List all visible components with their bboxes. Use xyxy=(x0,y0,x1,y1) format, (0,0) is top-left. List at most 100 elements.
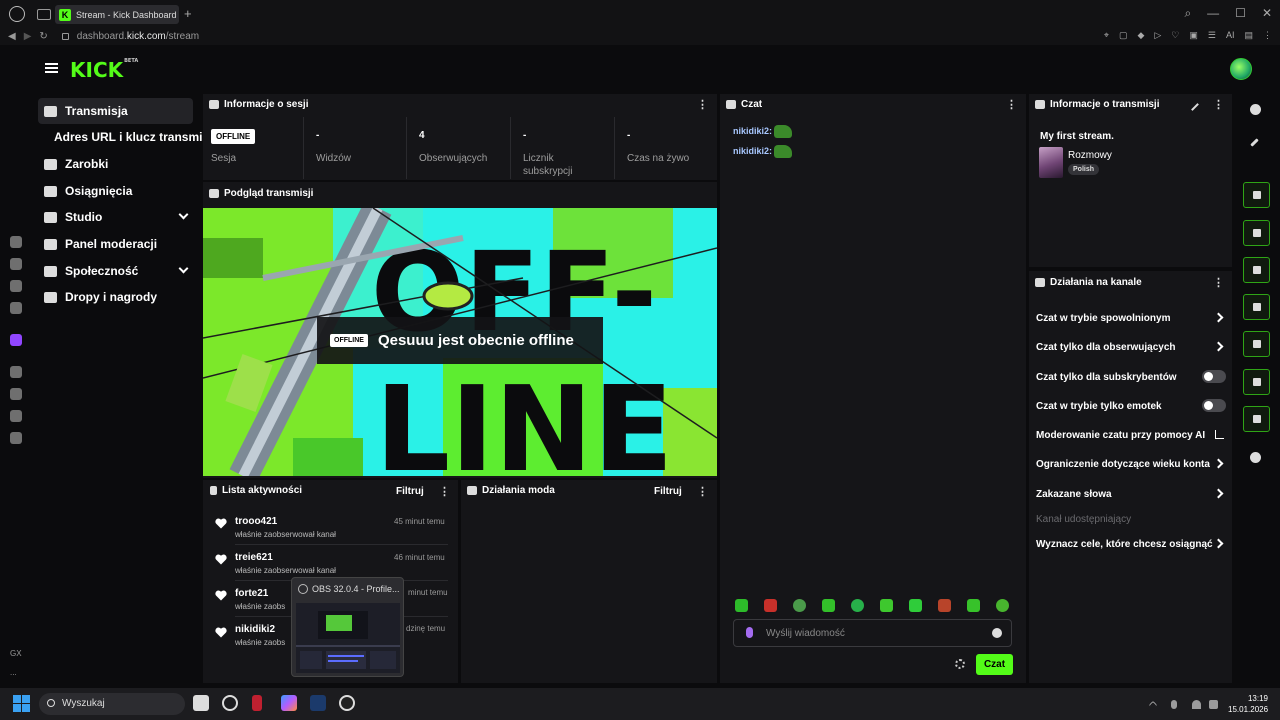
edit-icon[interactable] xyxy=(1250,138,1259,147)
chat-message-user[interactable]: nikidiki2: xyxy=(733,126,772,136)
obs-taskbar-preview[interactable]: OBS 32.0.4 - Profile... xyxy=(291,577,404,677)
windows-start-icon[interactable] xyxy=(13,695,30,712)
microphone-icon[interactable] xyxy=(746,627,753,638)
rail-chat-button[interactable] xyxy=(1243,294,1270,320)
browser-tab[interactable]: K Stream - Kick Dashboard xyxy=(55,5,179,24)
close-icon[interactable]: ✕ xyxy=(1262,6,1272,21)
sidebar-item-studio[interactable]: Studio xyxy=(38,204,193,230)
volume-icon[interactable] xyxy=(1209,700,1218,709)
rail-app-icon-3[interactable] xyxy=(10,280,22,292)
sidebar-item-transmisja[interactable]: Transmisja xyxy=(38,98,193,124)
stream-info-menu-icon[interactable]: ⋮ xyxy=(1213,100,1224,111)
rail-app-icon-7[interactable] xyxy=(10,410,22,422)
activity-user[interactable]: forte21 xyxy=(235,588,268,599)
emote-icon[interactable] xyxy=(938,599,951,612)
url-field[interactable]: dashboard.kick.com/stream xyxy=(77,31,199,42)
menu-icon[interactable]: ⋮ xyxy=(1263,30,1272,41)
activity-user[interactable]: nikidiki2 xyxy=(235,624,275,635)
activity-menu-icon[interactable]: ⋮ xyxy=(439,487,450,498)
chat-menu-icon[interactable]: ⋮ xyxy=(1006,100,1017,111)
minimize-icon[interactable]: — xyxy=(1207,6,1219,21)
action-followers-only[interactable]: Czat tylko dla obserwujących xyxy=(1036,342,1176,353)
rail-preview-button[interactable] xyxy=(1243,182,1270,208)
emoji-icon[interactable] xyxy=(992,628,1002,638)
rail-session-button[interactable] xyxy=(1243,331,1270,357)
session-menu-icon[interactable]: ⋮ xyxy=(697,100,708,111)
play-icon[interactable]: ▷ xyxy=(1154,30,1161,41)
emote-icon[interactable] xyxy=(909,599,922,612)
chat-message-user[interactable]: nikidiki2: xyxy=(733,146,772,156)
gx-label[interactable]: GX xyxy=(10,649,22,658)
ai-button[interactable]: AI xyxy=(1226,30,1235,41)
pin-icon[interactable]: ⌖ xyxy=(1104,30,1109,41)
reload-icon[interactable]: ↻ xyxy=(39,31,47,42)
search-tabs-icon[interactable]: ⌕ xyxy=(1184,6,1191,21)
opera-taskbar-icon[interactable] xyxy=(252,695,262,711)
activity-filter-button[interactable]: Filtruj xyxy=(396,486,424,497)
activity-user[interactable]: treie621 xyxy=(235,552,273,563)
channel-actions-menu-icon[interactable]: ⋮ xyxy=(1213,278,1224,289)
obs-taskbar-icon[interactable] xyxy=(339,695,355,711)
taskbar-clock[interactable]: 13:19 15.01.2026 xyxy=(1228,693,1268,715)
sidebar-item-zarobki[interactable]: Zarobki xyxy=(38,151,193,177)
rail-app-icon-2[interactable] xyxy=(10,258,22,270)
emote-icon[interactable] xyxy=(967,599,980,612)
chat-message-input[interactable] xyxy=(766,626,981,641)
emote-only-toggle[interactable] xyxy=(1202,399,1226,412)
snapshot-icon[interactable]: ▢ xyxy=(1119,30,1128,41)
emote-icon[interactable] xyxy=(880,599,893,612)
rail-app-icon-1[interactable] xyxy=(10,236,22,248)
emote-icon[interactable] xyxy=(735,599,748,612)
rail-channel-actions-button[interactable] xyxy=(1243,369,1270,395)
emote-icon[interactable] xyxy=(996,599,1009,612)
sidebar-item-spolecznosc[interactable]: Społeczność xyxy=(38,258,193,284)
action-set-goals[interactable]: Wyznacz cele, które chcesz osiągnąć xyxy=(1036,539,1213,550)
twitch-icon[interactable] xyxy=(10,334,22,346)
new-tab-button[interactable]: + xyxy=(184,7,192,20)
emote-icon[interactable] xyxy=(793,599,806,612)
copilot-icon[interactable] xyxy=(281,695,297,711)
settings-icon[interactable]: ☰ xyxy=(1208,30,1216,41)
mod-menu-icon[interactable]: ⋮ xyxy=(697,487,708,498)
chat-send-button[interactable]: Czat xyxy=(976,654,1013,675)
hamburger-menu-icon[interactable] xyxy=(45,63,58,73)
taskbar-search[interactable]: Wyszukaj xyxy=(39,693,185,715)
rail-notes-button[interactable] xyxy=(1243,257,1270,283)
chat-settings-icon[interactable] xyxy=(955,659,965,669)
rail-app-icon-5[interactable] xyxy=(10,366,22,378)
sidebar-item-panel-moderacji[interactable]: Panel moderacji xyxy=(38,231,193,257)
activity-user[interactable]: trooo421 xyxy=(235,516,277,527)
user-avatar[interactable] xyxy=(1230,58,1252,80)
file-explorer-icon[interactable] xyxy=(193,695,209,711)
microphone-tray-icon[interactable] xyxy=(1171,700,1177,709)
category-name[interactable]: Rozmowy xyxy=(1068,150,1112,161)
emote-icon[interactable] xyxy=(822,599,835,612)
emote-icon[interactable] xyxy=(764,599,777,612)
rail-activity-button[interactable] xyxy=(1243,220,1270,246)
rail-stream-info-button[interactable] xyxy=(1243,406,1270,432)
category-thumbnail[interactable] xyxy=(1039,147,1063,178)
action-slow-mode[interactable]: Czat w trybie spowolnionym xyxy=(1036,313,1170,324)
heart-icon[interactable]: ♡ xyxy=(1171,30,1179,41)
rail-more-icon[interactable]: ... xyxy=(10,668,17,677)
opera-gx-icon[interactable] xyxy=(9,6,25,22)
info-icon[interactable] xyxy=(1250,104,1261,115)
back-icon[interactable]: ◀ xyxy=(8,31,16,42)
sidebar-icon[interactable]: ▤ xyxy=(1244,30,1253,41)
rail-app-icon-4[interactable] xyxy=(10,302,22,314)
maximize-icon[interactable]: ☐ xyxy=(1235,6,1246,21)
tab-menu-icon[interactable] xyxy=(37,8,51,20)
forward-icon[interactable]: ▶ xyxy=(24,31,32,42)
mod-filter-button[interactable]: Filtruj xyxy=(654,486,682,497)
sidebar-item-dropy[interactable]: Dropy i nagrody xyxy=(38,284,193,310)
emote-icon[interactable] xyxy=(851,599,864,612)
action-banned-words[interactable]: Zakazane słowa xyxy=(1036,489,1112,500)
rail-app-icon-6[interactable] xyxy=(10,388,22,400)
action-account-age[interactable]: Ograniczenie dotyczące wieku konta xyxy=(1036,459,1210,470)
shield-icon[interactable]: ◆ xyxy=(1137,30,1144,41)
action-ai-moderation[interactable]: Moderowanie czatu przy pomocy AI xyxy=(1036,430,1205,441)
add-widget-icon[interactable] xyxy=(1250,452,1261,463)
steam-icon[interactable] xyxy=(310,695,326,711)
rail-app-icon-8[interactable] xyxy=(10,432,22,444)
wallet-icon[interactable]: ▣ xyxy=(1189,30,1198,41)
